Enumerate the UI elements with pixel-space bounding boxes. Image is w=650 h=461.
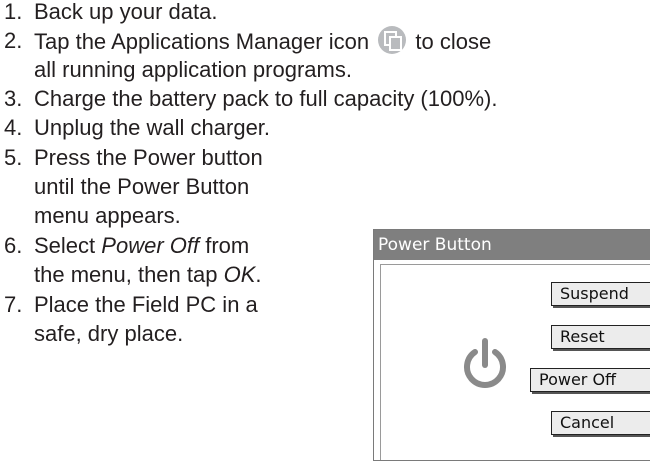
power-button-dialog: Power Button Suspend Reset Power Off Can… bbox=[373, 229, 650, 461]
step-text: Select Power Off from bbox=[34, 231, 249, 260]
step-text-part: from bbox=[205, 233, 250, 258]
step-text: Place the Field PC in a bbox=[34, 292, 258, 317]
step-number: 2. bbox=[4, 28, 23, 53]
step-text: Back up your data. bbox=[34, 0, 218, 24]
step-text: all running application programs. bbox=[34, 57, 352, 82]
dialog-title: Power Button bbox=[374, 230, 650, 260]
step-number: 1. bbox=[4, 0, 23, 24]
power-off-button[interactable]: Power Off bbox=[530, 368, 650, 392]
step-number: 6. bbox=[4, 233, 23, 258]
step-text: Charge the battery pack to full capacity… bbox=[34, 86, 498, 111]
power-icon bbox=[464, 338, 506, 388]
step-text: safe, dry place. bbox=[34, 321, 184, 346]
step-text: Press the Power button bbox=[34, 145, 263, 170]
step-text-part: Tap the Applications Manager icon bbox=[34, 29, 370, 54]
step-text-part: . bbox=[255, 262, 262, 287]
dialog-body: Suspend Reset Power Off Cancel bbox=[380, 264, 650, 460]
step-text: until the Power Button bbox=[34, 174, 250, 199]
step-text-emphasis: OK bbox=[223, 262, 256, 287]
suspend-button[interactable]: Suspend bbox=[551, 282, 650, 306]
reset-button[interactable]: Reset bbox=[551, 325, 650, 349]
step-text-part: to close bbox=[415, 29, 492, 54]
step-text-part: Select bbox=[34, 233, 96, 258]
step-text-emphasis: Power Off bbox=[101, 233, 200, 258]
step-text: Tap the Applications Manager icon to clo… bbox=[34, 26, 491, 56]
step-number: 3. bbox=[4, 86, 23, 111]
cancel-button[interactable]: Cancel bbox=[551, 411, 650, 435]
step-number: 5. bbox=[4, 145, 23, 170]
applications-manager-icon bbox=[378, 26, 407, 54]
step-text-part: the menu, then tap bbox=[34, 262, 218, 287]
step-text: Unplug the wall charger. bbox=[34, 115, 271, 140]
step-text: menu appears. bbox=[34, 203, 181, 228]
step-number: 4. bbox=[4, 115, 23, 140]
step-number: 7. bbox=[4, 292, 23, 317]
step-text: the menu, then tap OK. bbox=[34, 260, 262, 289]
